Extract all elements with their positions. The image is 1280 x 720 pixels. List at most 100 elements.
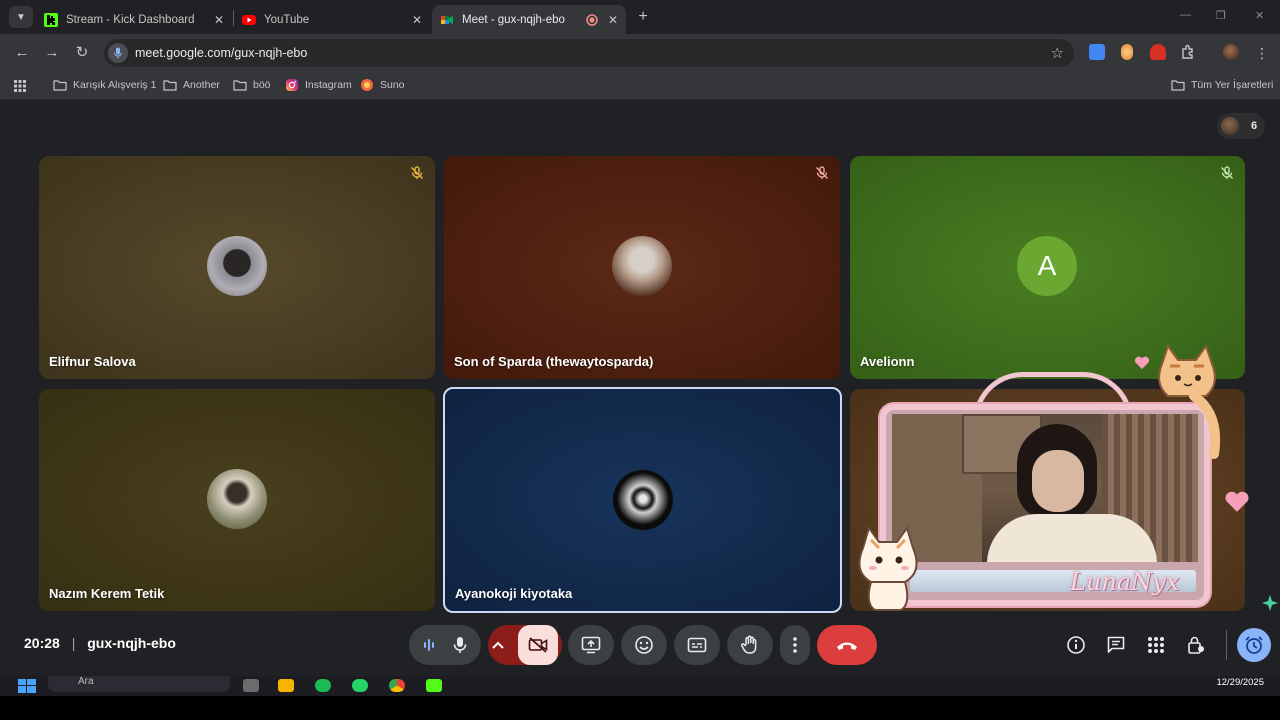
person-face	[1032, 450, 1084, 512]
separator: |	[71, 635, 76, 651]
microphone-control[interactable]	[409, 625, 481, 665]
chevron-up-icon[interactable]	[492, 641, 504, 649]
close-window-icon[interactable]: ✕	[1255, 9, 1264, 22]
bookmark-folder-boo[interactable]: böö	[233, 78, 271, 92]
task-view-icon[interactable]	[243, 679, 259, 692]
avatar-letter: A	[1037, 250, 1057, 281]
bookmark-label: böö	[253, 79, 271, 91]
mic-off-icon	[1220, 166, 1234, 180]
meet-stage: 6 Elifnur Salova Son of Sparda (thewayto…	[0, 100, 1280, 676]
mic-off-icon	[410, 166, 424, 180]
all-bookmarks-label: Tüm Yer İşaretleri	[1191, 79, 1274, 91]
taskbar-app-icon[interactable]	[426, 679, 442, 692]
tab-kick-dashboard[interactable]: Stream - Kick Dashboard ✕	[36, 5, 232, 34]
meeting-info: 20:28 | gux-nqjh-ebo	[24, 635, 176, 651]
cat-sticker-icon	[858, 525, 918, 611]
chrome-icon[interactable]	[389, 679, 405, 692]
taskbar-search-placeholder: Ara	[78, 676, 94, 687]
shield-extension-icon[interactable]	[1150, 44, 1166, 60]
participant-tile-active-speaker[interactable]: Ayanokoji kiyotaka	[443, 387, 842, 613]
apps-grid-icon[interactable]	[13, 79, 27, 93]
audio-levels-icon[interactable]	[423, 638, 435, 652]
reload-icon[interactable]: ↻	[72, 43, 92, 63]
camera-control[interactable]	[488, 625, 562, 665]
tab-meet[interactable]: Meet - gux-nqjh-ebo ✕	[432, 5, 626, 34]
reactions-button[interactable]	[621, 625, 667, 665]
profile-avatar[interactable]	[1223, 44, 1239, 60]
translate-extension-icon[interactable]	[1089, 44, 1105, 60]
tab-title: Stream - Kick Dashboard	[66, 13, 195, 26]
sparkle-icon	[1262, 595, 1278, 611]
meeting-details-button[interactable]	[1064, 633, 1088, 657]
emoji-icon	[635, 636, 653, 654]
microphone-icon[interactable]	[453, 636, 467, 654]
browser-toolbar: ← → ↻ meet.google.com/gux-nqjh-ebo ☆ ⋮	[0, 34, 1280, 72]
divider	[1226, 630, 1227, 660]
address-bar[interactable]: meet.google.com/gux-nqjh-ebo ☆	[104, 39, 1074, 67]
back-arrow-icon[interactable]: ←	[12, 43, 32, 63]
extensions-puzzle-icon[interactable]	[1180, 44, 1196, 60]
minimize-icon[interactable]: —	[1180, 9, 1191, 21]
participant-avatar	[207, 469, 267, 529]
bookmark-label: Karışık Alışveriş 1	[73, 79, 157, 91]
overlay-streamer-name: LunaNyx	[1070, 568, 1180, 596]
bookmark-folder-karisik[interactable]: Karışık Alışveriş 1	[53, 78, 156, 92]
suno-icon	[361, 79, 373, 91]
raise-hand-icon	[741, 635, 757, 654]
taskbar-date: 12/29/2025	[1216, 677, 1264, 688]
bookmark-star-icon[interactable]: ☆	[1051, 44, 1064, 62]
participants-chip[interactable]: 6	[1217, 113, 1265, 139]
letter-avatar: A	[1017, 236, 1077, 296]
restore-icon[interactable]: ❐	[1216, 9, 1226, 22]
raise-hand-button[interactable]	[727, 625, 773, 665]
camera-off-button[interactable]	[518, 625, 558, 665]
file-explorer-icon[interactable]	[278, 679, 294, 692]
tab-title: YouTube	[264, 13, 310, 26]
bookmark-instagram[interactable]: Instagram	[285, 78, 352, 92]
tab-search-dropdown-icon[interactable]: ▼	[9, 6, 33, 28]
forward-arrow-icon[interactable]: →	[42, 43, 62, 63]
close-tab-icon[interactable]: ✕	[214, 13, 224, 27]
alarm-button[interactable]	[1237, 628, 1271, 662]
browser-tab-bar: ▼ Stream - Kick Dashboard ✕ YouTube ✕ Me…	[0, 0, 1280, 34]
new-tab-icon[interactable]: +	[634, 8, 652, 26]
more-menu-icon[interactable]: ⋮	[1252, 43, 1272, 63]
participant-tile[interactable]: Nazım Kerem Tetik	[39, 389, 435, 611]
bookmark-label: Instagram	[305, 79, 352, 91]
close-tab-icon[interactable]: ✕	[608, 13, 618, 27]
present-screen-button[interactable]	[568, 625, 614, 665]
lock-person-icon	[1188, 636, 1204, 654]
more-options-button[interactable]	[780, 625, 810, 665]
spotify-icon[interactable]	[315, 679, 331, 692]
tab-youtube[interactable]: YouTube ✕	[234, 5, 430, 34]
whatsapp-icon[interactable]	[352, 679, 368, 692]
folder-icon	[163, 80, 177, 91]
leave-call-button[interactable]	[817, 625, 877, 665]
alarm-clock-icon	[1245, 636, 1263, 654]
taskbar-strip: Ara 12/29/2025	[0, 676, 1280, 696]
taskbar-search[interactable]: Ara	[48, 676, 230, 692]
participant-avatar	[207, 236, 267, 296]
bookmark-folder-another[interactable]: Another	[163, 78, 220, 92]
windows-start-icon[interactable]	[18, 679, 36, 693]
kick-icon	[44, 12, 58, 27]
chat-button[interactable]	[1104, 633, 1128, 657]
participant-tile[interactable]: Son of Sparda (thewaytosparda)	[444, 156, 840, 379]
site-info-icon[interactable]	[108, 43, 128, 63]
bookmark-suno[interactable]: Suno	[360, 78, 405, 92]
participant-tile[interactable]: Elifnur Salova	[39, 156, 435, 379]
cat-sticker-icon	[1158, 344, 1221, 459]
bookmarks-bar: Karışık Alışveriş 1 Another böö Instagra…	[0, 72, 1280, 100]
captions-button[interactable]	[674, 625, 720, 665]
meeting-time: 20:28	[24, 635, 60, 651]
extension-icon[interactable]	[1121, 44, 1133, 60]
bookmark-label: Another	[183, 79, 220, 91]
activities-button[interactable]	[1144, 633, 1168, 657]
all-bookmarks-folder[interactable]: Tüm Yer İşaretleri	[1171, 78, 1273, 92]
participant-avatar	[1221, 117, 1239, 135]
folder-icon	[233, 80, 247, 91]
close-tab-icon[interactable]: ✕	[412, 13, 422, 27]
present-screen-icon	[581, 636, 601, 654]
host-controls-button[interactable]	[1184, 633, 1208, 657]
bookmark-label: Suno	[380, 79, 405, 91]
